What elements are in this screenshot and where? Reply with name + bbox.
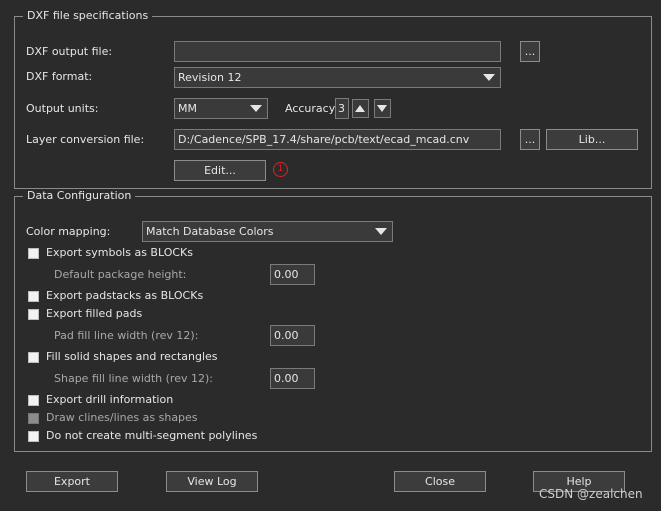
watermark: CSDN @zealchen [539, 487, 643, 501]
dxf-spec-legend: DXF file specifications [23, 9, 153, 23]
output-units-label: Output units: [26, 102, 99, 115]
no-multi-segment-checkbox[interactable] [28, 431, 39, 442]
export-padstacks-checkbox[interactable] [28, 291, 39, 302]
accuracy-input[interactable]: 3 [335, 98, 349, 119]
chevron-down-icon [375, 228, 387, 235]
chevron-down-icon [250, 105, 262, 112]
pad-fill-width-label: Pad fill line width (rev 12): [54, 329, 199, 342]
arrow-up-icon [355, 105, 365, 112]
export-drill-checkbox[interactable] [28, 395, 39, 406]
output-units-value: MM [178, 102, 197, 115]
color-mapping-value: Match Database Colors [146, 225, 274, 238]
export-filled-pads-checkbox[interactable] [28, 309, 39, 320]
draw-clines-checkbox [28, 413, 39, 424]
shape-fill-width-label: Shape fill line width (rev 12): [54, 372, 213, 385]
dxf-format-select[interactable]: Revision 12 [174, 67, 501, 88]
output-units-select[interactable]: MM [174, 98, 268, 119]
package-height-input[interactable]: 0.00 [270, 264, 315, 285]
export-symbols-label: Export symbols as BLOCKs [46, 246, 193, 259]
export-filled-pads-label: Export filled pads [46, 307, 143, 320]
view-log-button[interactable]: View Log [166, 471, 258, 492]
dxf-format-value: Revision 12 [178, 71, 242, 84]
step-marker: 1 [273, 162, 288, 177]
draw-clines-label: Draw clines/lines as shapes [46, 411, 198, 424]
dxf-format-label: DXF format: [26, 70, 93, 83]
export-drill-label: Export drill information [46, 393, 174, 406]
accuracy-label: Accuracy: [285, 102, 339, 115]
accuracy-decrement-button[interactable] [374, 99, 391, 118]
output-file-label: DXF output file: [26, 45, 113, 58]
data-config-legend: Data Configuration [23, 189, 136, 203]
color-mapping-select[interactable]: Match Database Colors [142, 221, 393, 242]
output-file-input[interactable] [174, 41, 501, 62]
arrow-down-icon [377, 105, 387, 112]
shape-fill-width-input[interactable]: 0.00 [270, 368, 315, 389]
layer-conversion-label: Layer conversion file: [26, 133, 145, 146]
edit-button[interactable]: Edit... [174, 160, 266, 181]
close-button[interactable]: Close [394, 471, 486, 492]
layer-conversion-input[interactable]: D:/Cadence/SPB_17.4/share/pcb/text/ecad_… [174, 129, 501, 150]
output-file-browse-button[interactable]: ... [520, 41, 540, 62]
fill-solid-shapes-label: Fill solid shapes and rectangles [46, 350, 218, 363]
export-button[interactable]: Export [26, 471, 118, 492]
pad-fill-width-input[interactable]: 0.00 [270, 325, 315, 346]
accuracy-increment-button[interactable] [352, 99, 369, 118]
chevron-down-icon [483, 74, 495, 81]
fill-solid-shapes-checkbox[interactable] [28, 352, 39, 363]
export-symbols-checkbox[interactable] [28, 248, 39, 259]
no-multi-segment-label: Do not create multi-segment polylines [46, 429, 258, 442]
lib-button[interactable]: Lib... [546, 129, 638, 150]
export-padstacks-label: Export padstacks as BLOCKs [46, 289, 204, 302]
package-height-label: Default package height: [54, 268, 187, 281]
layer-conversion-browse-button[interactable]: ... [520, 129, 540, 150]
color-mapping-label: Color mapping: [26, 225, 111, 238]
